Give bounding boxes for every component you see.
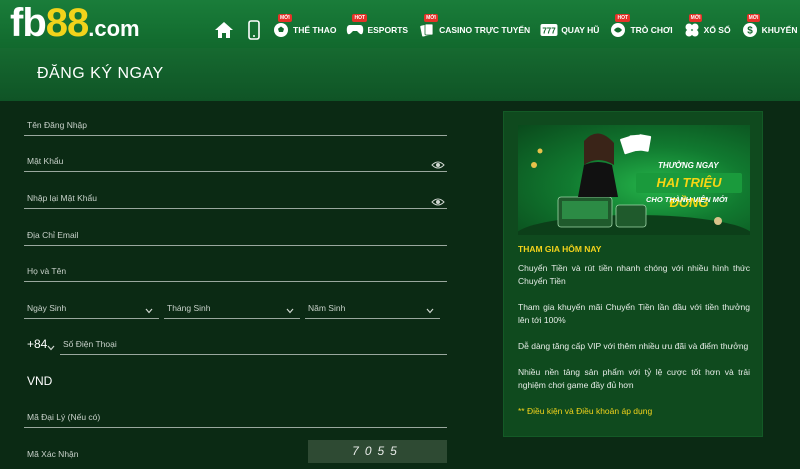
phone-field[interactable]: Số Điện Thoại [60,333,447,355]
confirm-password-placeholder: Nhập lại Mật Khẩu [27,193,97,203]
nav-label: QUAY HŨ [561,25,600,35]
svg-text:777: 777 [543,27,557,36]
nav-item-the-thao[interactable]: MỚI THỂ THAO [272,14,337,39]
currency-value: VND [27,374,53,388]
show-confirm-password-eye-icon[interactable] [431,194,445,206]
logo-fb: fb [10,1,47,45]
agent-code-placeholder: Mã Đại Lý (Nếu có) [27,412,101,422]
top-navigation-bar: fb 88 .com MỚI THỂ THAO HOT ESPORTS MỚI CA… [0,0,800,48]
nav-item-khuyen-mai[interactable]: $ MỚI KHUYẾN MÃI [741,14,800,39]
birth-month-select[interactable]: Tháng Sinh [164,297,300,319]
nav-label: CASINO TRỰC TUYẾN [439,25,531,35]
page-title: ĐĂNG KÝ NGAY [37,65,164,82]
chevron-down-icon [286,302,294,314]
confirm-password-field[interactable]: Nhập lại Mật Khẩu [24,187,447,209]
lottery-balls-icon [683,21,701,39]
birth-day-label: Ngày Sinh [27,303,67,313]
promo-paragraph: Dễ dàng tăng cấp VIP với thêm nhiều ưu đ… [518,341,749,351]
chevron-down-icon [145,302,153,314]
chevron-down-icon [47,339,55,351]
captcha-field[interactable]: Mã Xác Nhận [24,442,304,464]
fb88-logo[interactable]: fb 88 .com [10,2,140,44]
svg-text:$: $ [747,26,753,37]
nav-item-casino[interactable]: MỚI CASINO TRỰC TUYẾN [418,14,531,39]
nav-label: XỔ SỐ [703,25,731,35]
badge-hot: HOT [352,14,368,22]
banner-line-1: THƯỞNG NGAY [658,161,719,170]
country-code-select[interactable]: +84 [24,333,56,355]
promo-heading: THAM GIA HÔM NAY [518,244,602,254]
nav-label: THỂ THAO [293,25,337,35]
show-password-eye-icon[interactable] [431,157,445,169]
logo-domain: .com [88,16,140,41]
agent-code-field[interactable]: Mã Đại Lý (Nếu có) [24,406,447,428]
birth-year-label: Năm Sinh [308,303,346,313]
badge-hot: HOT [615,14,631,22]
promo-paragraph: Chuyển Tiền và rút tiền nhanh chóng với … [518,263,750,286]
promo-paragraph: Tham gia khuyến mãi Chuyển Tiền lần đầu … [518,302,750,325]
slot-777-icon: 777 [540,21,558,39]
captcha-placeholder: Mã Xác Nhận [27,449,79,459]
phone-placeholder: Số Điện Thoại [63,339,117,349]
nav-item-tro-choi[interactable]: HOT TRÒ CHƠI [609,14,673,39]
fullname-field[interactable]: Họ và Tên [24,260,447,282]
email-placeholder: Địa Chỉ Email [27,230,79,240]
page-header: ĐĂNG KÝ NGAY [0,48,800,101]
email-field[interactable]: Địa Chỉ Email [24,224,447,246]
nav-item-xo-so[interactable]: MỚI XỔ SỐ [683,14,731,39]
badge-new: MỚI [278,14,292,22]
gamepad-icon [346,21,364,39]
cards-icon [418,21,436,39]
birth-day-select[interactable]: Ngày Sinh [24,297,159,319]
chevron-down-icon [426,302,434,314]
username-field[interactable]: Tên Đăng Nhập [24,114,447,136]
country-code-value: +84 [27,337,48,351]
fullname-placeholder: Họ và Tên [27,266,67,276]
promo-panel: THƯỞNG NGAY HAI TRIỆU ĐỒNG CHO THÀNH VIÊ… [503,111,763,437]
home-icon[interactable] [214,21,234,39]
nav-label: ESPORTS [367,25,409,35]
banner-line-2: HAI TRIỆU ĐỒNG [636,173,742,210]
captcha-image[interactable]: 7055 [308,440,447,463]
birth-month-label: Tháng Sinh [167,303,211,313]
birth-year-select[interactable]: Năm Sinh [305,297,440,319]
promo-banner[interactable]: THƯỞNG NGAY HAI TRIỆU ĐỒNG CHO THÀNH VIÊ… [518,125,750,235]
badge-new: MỚI [688,14,703,22]
password-field[interactable]: Mật Khẩu [24,150,447,172]
username-placeholder: Tên Đăng Nhập [27,120,88,130]
promo-icon: $ [741,21,759,39]
nav-label: KHUYẾN MÃI [761,25,800,35]
mobile-phone-icon[interactable] [248,20,260,40]
nav-label: TRÒ CHƠI [630,25,673,35]
nav-item-esports[interactable]: HOT ESPORTS [346,14,409,39]
promo-paragraph: Nhiều nền tảng sản phẩm với tỷ lệ cược t… [518,367,750,390]
soccer-ball-icon [272,21,290,39]
currency-select[interactable]: VND [24,370,447,392]
terms-link[interactable]: ** Điều kiện và Điều khoản áp dụng [518,406,652,416]
logo-88: 88 [45,1,89,45]
password-placeholder: Mật Khẩu [27,156,64,166]
main-nav: MỚI THỂ THAO HOT ESPORTS MỚI CASINO TRỰC… [214,14,800,46]
nav-item-quay-hu[interactable]: 777 QUAY HŨ [540,21,599,39]
game-icon [609,21,627,39]
badge-new: MỚI [746,14,761,22]
banner-line-3: CHO THÀNH VIÊN MỚI [646,195,728,204]
badge-new: MỚI [424,14,438,22]
